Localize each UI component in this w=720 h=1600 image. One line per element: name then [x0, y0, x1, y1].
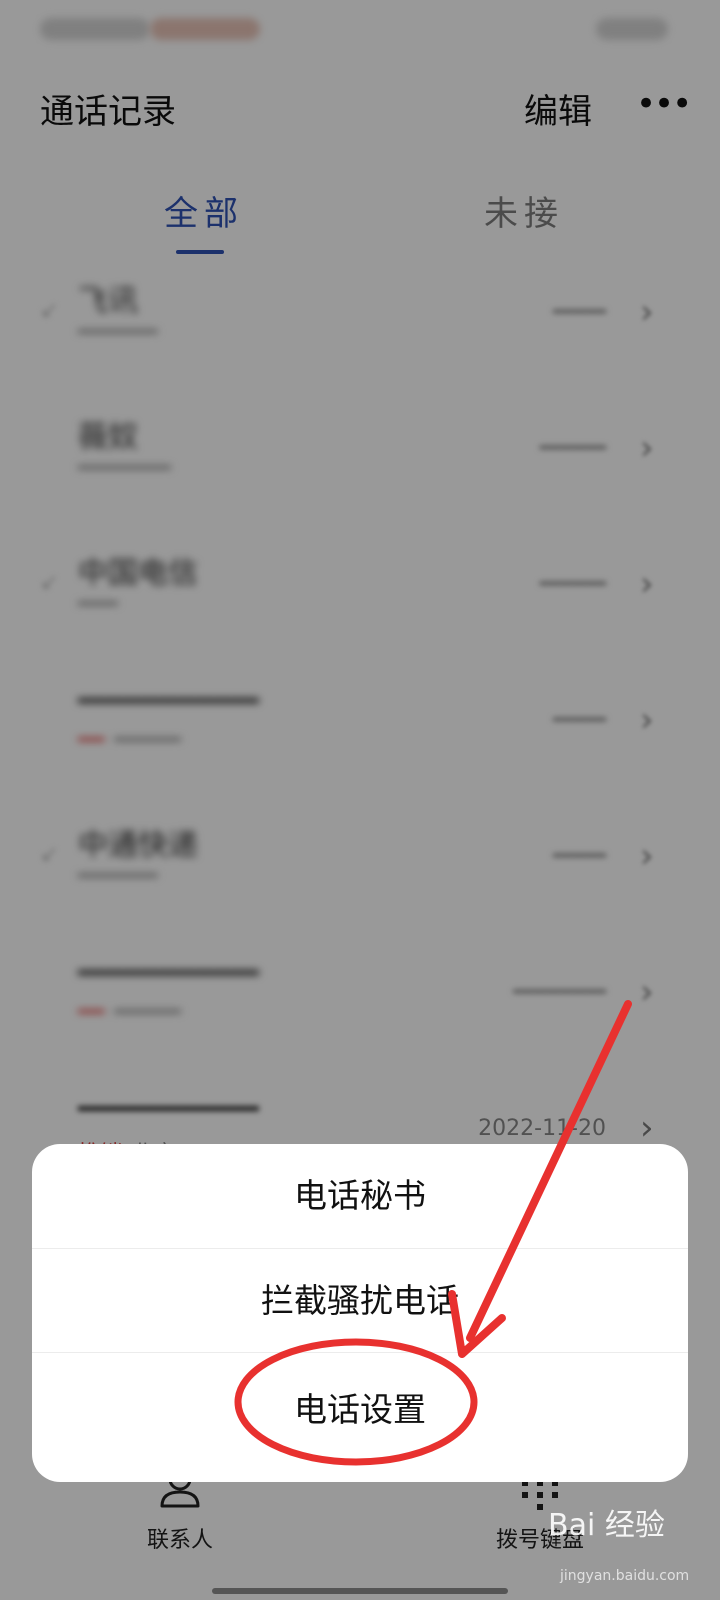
menu-item-phone-secretary[interactable]: 电话秘书: [32, 1144, 688, 1248]
watermark-url: jingyan.baidu.com: [560, 1568, 690, 1584]
popup-menu: 电话秘书 拦截骚扰电话 电话设置: [32, 1144, 688, 1482]
menu-item-phone-settings[interactable]: 电话设置: [32, 1352, 688, 1482]
menu-item-block-spam-calls[interactable]: 拦截骚扰电话: [32, 1248, 688, 1353]
home-indicator[interactable]: [212, 1588, 508, 1594]
watermark: Bai 经验: [548, 1508, 665, 1543]
